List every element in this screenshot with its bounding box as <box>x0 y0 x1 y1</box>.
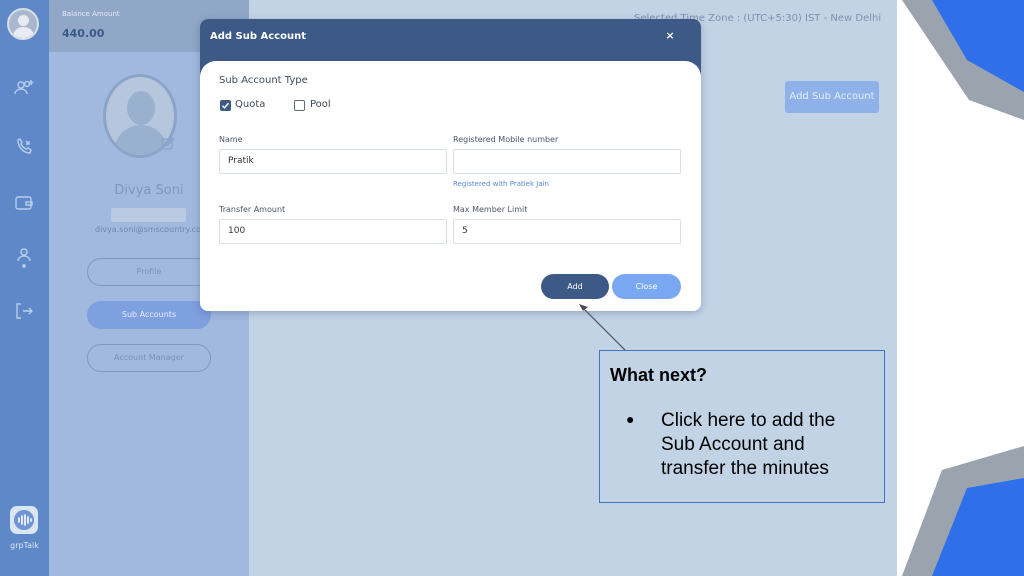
add-button[interactable]: Add <box>541 274 609 299</box>
slide-decoration <box>902 0 1024 576</box>
profile-button[interactable]: Profile <box>87 258 211 286</box>
pool-checkbox[interactable] <box>294 100 305 111</box>
user-email: divya.soni@smscountry.com <box>95 225 205 234</box>
callout-arrow <box>579 304 626 351</box>
add-sub-account-modal: Add Sub Account × Sub Account Type Quota… <box>200 19 701 311</box>
rail-user-avatar[interactable] <box>7 8 39 40</box>
balance-label: Balance Amount <box>62 10 120 18</box>
add-users-icon[interactable] <box>13 77 35 99</box>
sub-accounts-button[interactable]: Sub Accounts <box>87 301 211 329</box>
nav-rail: grpTalk <box>0 0 49 576</box>
logo-label: grpTalk <box>10 541 39 550</box>
redacted-phone <box>111 208 186 222</box>
max-member-label: Max Member Limit <box>453 205 528 214</box>
close-button[interactable]: Close <box>612 274 681 299</box>
account-manager-button[interactable]: Account Manager <box>87 344 211 372</box>
person-icon[interactable] <box>13 246 35 268</box>
mobile-helper-text: Registered with Pratiek Jain <box>453 180 549 188</box>
grptalk-logo-icon <box>10 506 38 534</box>
quota-label: Quota <box>235 99 266 110</box>
phone-call-icon[interactable] <box>13 136 35 158</box>
max-member-input[interactable]: 5 <box>453 219 681 244</box>
wallet-icon[interactable] <box>13 192 35 214</box>
logout-icon[interactable] <box>13 300 35 322</box>
modal-title: Add Sub Account <box>210 31 306 42</box>
transfer-amount-input[interactable]: 100 <box>219 219 447 244</box>
mobile-input[interactable] <box>453 149 681 174</box>
callout-box: What next? ● Click here to add the Sub A… <box>599 350 885 503</box>
callout-text: Click here to add the Sub Account and tr… <box>661 410 836 479</box>
quota-checkbox[interactable] <box>220 100 231 111</box>
edit-icon[interactable] <box>161 135 175 150</box>
sub-account-type-label: Sub Account Type <box>219 75 308 86</box>
callout-title: What next? <box>610 365 707 385</box>
add-sub-account-button[interactable]: Add Sub Account <box>785 81 879 113</box>
balance-value: 440.00 <box>62 27 105 40</box>
name-input[interactable]: Pratik <box>219 149 447 174</box>
callout-bullet: ● <box>626 411 635 427</box>
close-icon[interactable]: × <box>663 29 677 43</box>
mobile-label: Registered Mobile number <box>453 135 559 144</box>
transfer-amount-label: Transfer Amount <box>219 205 286 214</box>
pool-label: Pool <box>310 99 331 110</box>
name-label: Name <box>219 135 243 144</box>
